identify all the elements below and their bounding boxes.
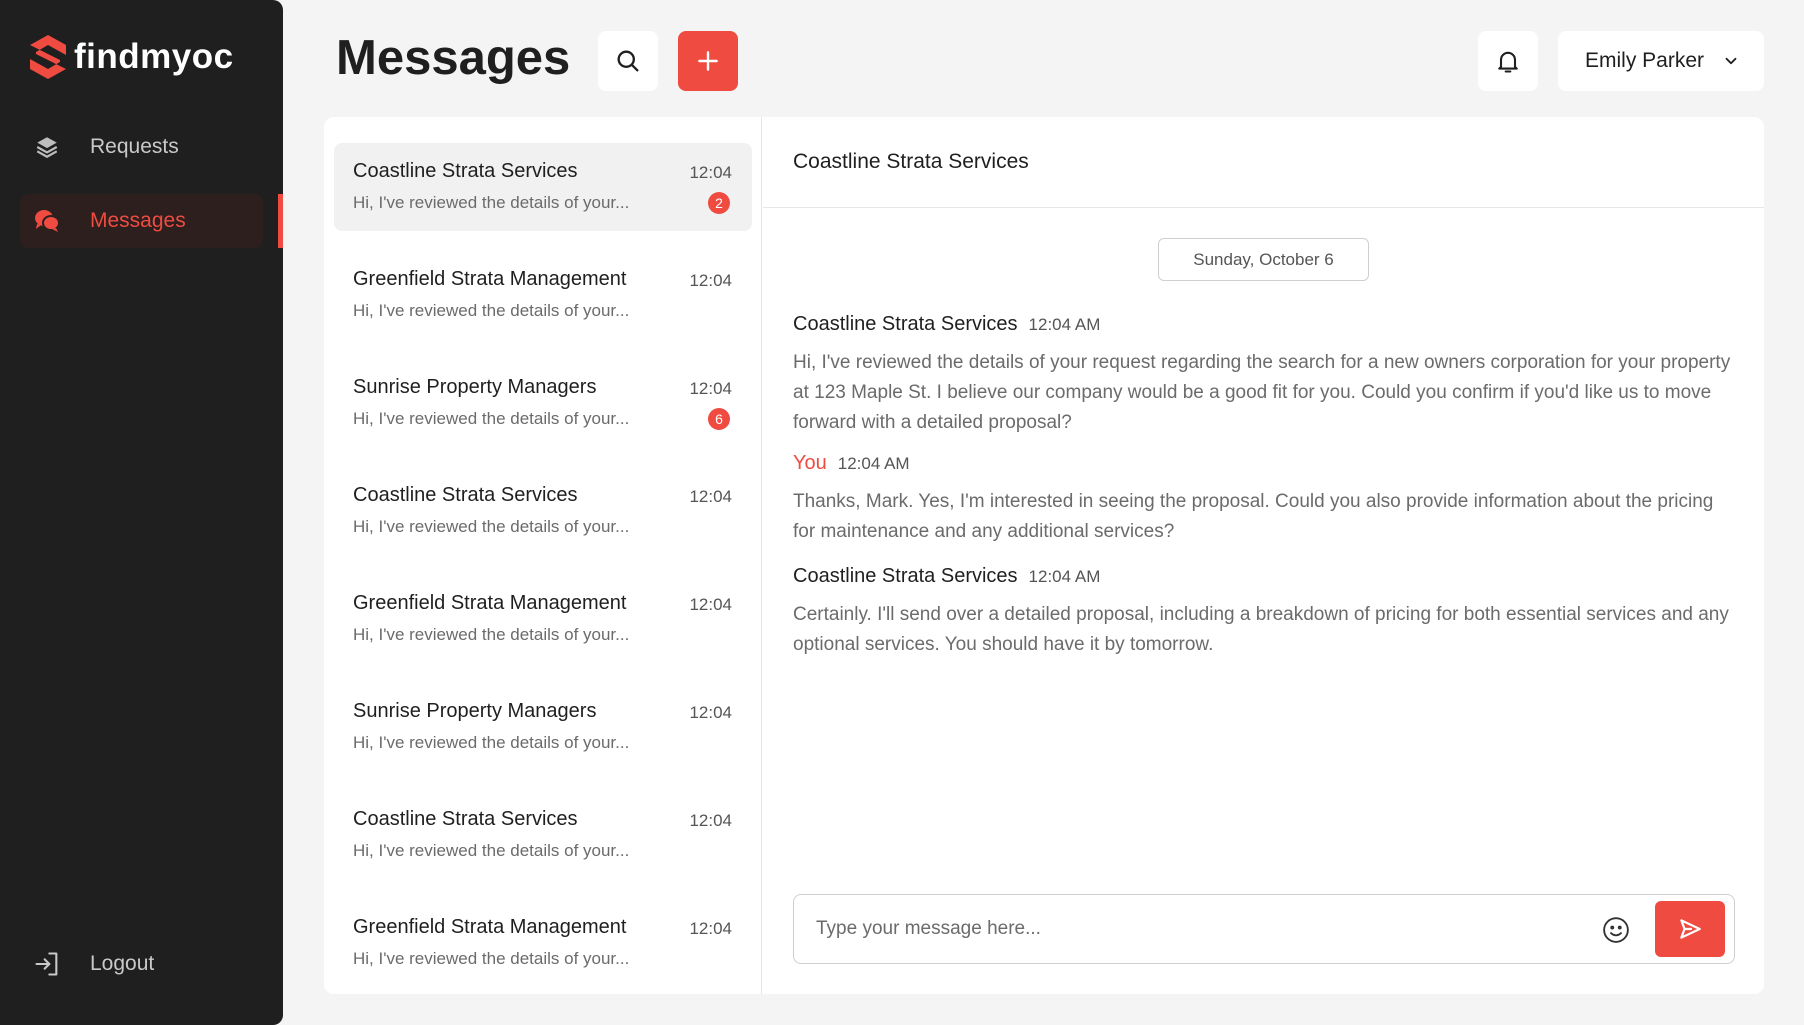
- conversation-time: 12:04: [689, 703, 732, 722]
- smiley-icon: [1603, 917, 1629, 943]
- user-menu[interactable]: Emily Parker: [1558, 31, 1764, 91]
- conversation-name: Greenfield Strata Management: [353, 592, 627, 614]
- conversation-name: Greenfield Strata Management: [353, 268, 627, 290]
- sidebar-item-messages[interactable]: Messages: [20, 194, 263, 248]
- chat-pane: Coastline Strata Services Sunday, Octobe…: [763, 117, 1764, 994]
- layers-icon: [32, 132, 62, 162]
- conversation-name: Sunrise Property Managers: [353, 376, 597, 398]
- conversation-list: Coastline Strata Services 12:04 Hi, I've…: [324, 117, 762, 994]
- search-button[interactable]: [598, 31, 658, 91]
- conversation-preview: Hi, I've reviewed the details of your...: [353, 625, 630, 644]
- logo-text: findmyoc: [74, 37, 234, 76]
- logout-button[interactable]: Logout: [20, 937, 263, 991]
- emoji-button[interactable]: [1600, 914, 1632, 946]
- message-time: 12:04 AM: [1028, 315, 1101, 334]
- conversation-item[interactable]: Sunrise Property Managers 12:04 Hi, I've…: [334, 683, 752, 771]
- conversation-preview: Hi, I've reviewed the details of your...: [353, 949, 630, 968]
- message-sender: You: [793, 452, 827, 474]
- message-sender: Coastline Strata Services: [793, 313, 1018, 335]
- user-name: Emily Parker: [1585, 49, 1705, 72]
- unread-badge: 2: [708, 192, 730, 214]
- chevron-down-icon: [1722, 52, 1740, 70]
- message: You 12:04 AM Thanks, Mark. Yes, I'm inte…: [793, 452, 1733, 547]
- search-icon: [617, 50, 639, 72]
- send-icon: [1680, 919, 1701, 939]
- logout-label: Logout: [90, 952, 155, 975]
- message-sender: Coastline Strata Services: [793, 565, 1018, 587]
- logout-icon: [32, 949, 62, 979]
- conversation-preview: Hi, I've reviewed the details of your...: [353, 517, 630, 536]
- chat-title: Coastline Strata Services: [793, 150, 1029, 173]
- new-message-button[interactable]: [678, 31, 738, 91]
- message-input[interactable]: [816, 913, 1576, 945]
- sidebar-item-label: Messages: [90, 209, 186, 232]
- message-text: Certainly. I'll send over a detailed pro…: [793, 604, 1729, 655]
- conversation-time: 12:04: [689, 811, 732, 830]
- message-composer: [793, 894, 1735, 964]
- conversation-name: Coastline Strata Services: [353, 160, 578, 182]
- bell-icon: [1498, 51, 1518, 73]
- conversation-preview: Hi, I've reviewed the details of your...: [353, 733, 630, 752]
- messages-panel: Coastline Strata Services 12:04 Hi, I've…: [324, 117, 1764, 994]
- plus-icon: [698, 51, 718, 71]
- conversation-item[interactable]: Coastline Strata Services 12:04 Hi, I've…: [334, 143, 752, 231]
- conversation-preview: Hi, I've reviewed the details of your...: [353, 193, 630, 212]
- message-time: 12:04 AM: [837, 454, 910, 473]
- conversation-item[interactable]: Coastline Strata Services 12:04 Hi, I've…: [334, 467, 752, 555]
- conversation-preview: Hi, I've reviewed the details of your...: [353, 409, 630, 428]
- conversation-time: 12:04: [689, 595, 732, 614]
- conversation-time: 12:04: [689, 163, 732, 182]
- conversation-name: Coastline Strata Services: [353, 484, 578, 506]
- conversation-name: Coastline Strata Services: [353, 808, 578, 830]
- message-time: 12:04 AM: [1028, 567, 1101, 586]
- logo-mark-icon: [30, 35, 66, 79]
- message: Coastline Strata Services 12:04 AM Hi, I…: [793, 313, 1733, 438]
- conversation-time: 12:04: [689, 379, 732, 398]
- conversation-item[interactable]: Coastline Strata Services 12:04 Hi, I've…: [334, 791, 752, 879]
- send-button[interactable]: [1655, 901, 1725, 957]
- message-text: Thanks, Mark. Yes, I'm interested in see…: [793, 491, 1714, 542]
- page-title: Messages: [336, 31, 571, 85]
- conversation-item[interactable]: Greenfield Strata Management 12:04 Hi, I…: [334, 251, 752, 339]
- chat-bubbles-icon: [32, 206, 62, 236]
- message-text: Hi, I've reviewed the details of your re…: [793, 352, 1731, 433]
- sidebar: findmyoc Requests Messages Logout: [0, 0, 283, 1025]
- active-nav-marker: [278, 194, 283, 248]
- message: Coastline Strata Services 12:04 AM Certa…: [793, 565, 1733, 660]
- notifications-button[interactable]: [1478, 31, 1538, 91]
- sidebar-item-label: Requests: [90, 135, 179, 158]
- conversation-preview: Hi, I've reviewed the details of your...: [353, 841, 630, 860]
- conversation-item[interactable]: Greenfield Strata Management 12:04 Hi, I…: [334, 899, 752, 987]
- conversation-time: 12:04: [689, 919, 732, 938]
- conversation-item[interactable]: Greenfield Strata Management 12:04 Hi, I…: [334, 575, 752, 663]
- conversation-preview: Hi, I've reviewed the details of your...: [353, 301, 630, 320]
- conversation-time: 12:04: [689, 487, 732, 506]
- date-divider: Sunday, October 6: [1158, 238, 1369, 281]
- sidebar-item-requests[interactable]: Requests: [20, 120, 263, 174]
- chat-header: Coastline Strata Services: [763, 117, 1764, 208]
- conversation-item[interactable]: Sunrise Property Managers 12:04 Hi, I've…: [334, 359, 752, 447]
- unread-badge: 6: [708, 408, 730, 430]
- conversation-time: 12:04: [689, 271, 732, 290]
- app-logo[interactable]: findmyoc: [28, 33, 234, 81]
- conversation-name: Greenfield Strata Management: [353, 916, 627, 938]
- conversation-name: Sunrise Property Managers: [353, 700, 597, 722]
